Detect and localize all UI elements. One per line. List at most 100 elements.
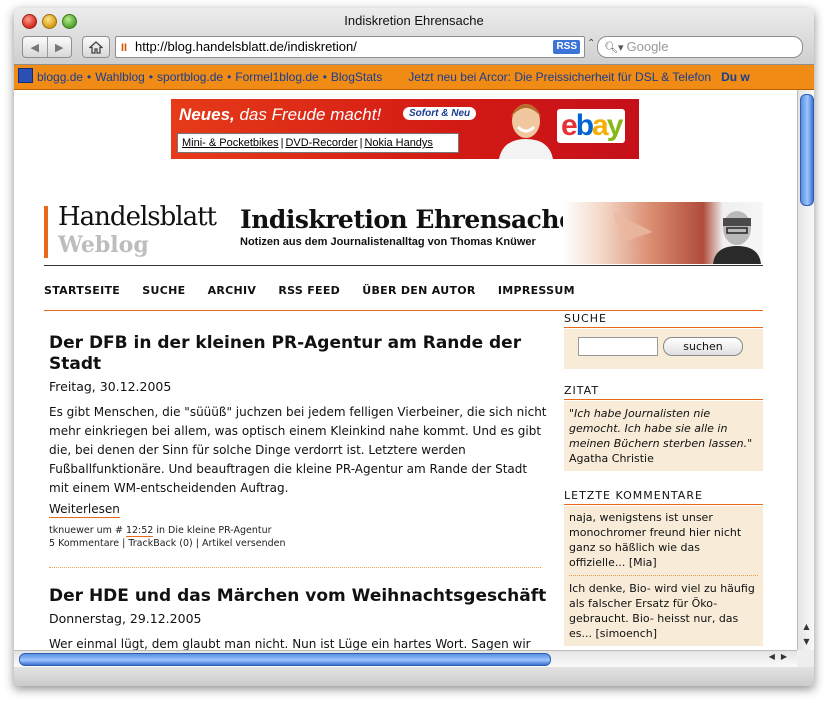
bookmark-wahlblog[interactable]: Wahlblog <box>95 70 145 84</box>
vertical-scrollbar[interactable]: ▲ ▼ <box>797 90 814 650</box>
horizontal-scroll-thumb[interactable] <box>19 653 551 666</box>
sidebar-search-heading: SUCHE <box>564 312 763 328</box>
browser-window: Indiskretion Ehrensache ◀ ▶ II http://blo… <box>14 8 814 686</box>
bookmark-separator: • <box>148 70 154 84</box>
ebay-banner-ad[interactable]: Neues, das Freude macht! Sofort & Neu Mi… <box>171 99 639 159</box>
masthead-accent-bar <box>44 206 48 258</box>
address-dropdown-icon[interactable]: ⌃ <box>587 38 595 49</box>
ad-badge: Sofort & Neu <box>403 107 477 120</box>
status-bar <box>14 667 814 686</box>
history-buttons: ◀ ▶ <box>22 36 72 58</box>
blog-search-input[interactable] <box>578 337 658 356</box>
resize-grip-icon[interactable] <box>797 650 814 667</box>
post-divider <box>49 567 541 568</box>
post: Der DFB in der kleinen PR-Agentur am Ran… <box>49 333 549 550</box>
ad-links-box: Mini- & Pocketbikes | DVD-Recorder | Nokia H… <box>177 133 459 153</box>
blog-masthead: Handelsblatt Weblog Indiskretion Ehrensa… <box>44 202 763 266</box>
bookmarks-bar: blogg.de • Wahlblog • sportblog.de • Formel1bl… <box>14 65 814 90</box>
ticker-truncated-link[interactable]: Du w <box>721 70 750 84</box>
address-bar[interactable]: II http://blog.handelsblatt.de/indiskreti… <box>115 36 585 58</box>
sidebar-quote-heading: ZITAT <box>564 384 763 400</box>
title-bar: Indiskretion Ehrensache ◀ ▶ II http://blo… <box>14 8 814 65</box>
ad-headline: Neues, das Freude macht! <box>179 105 381 125</box>
bookmark-sportblog[interactable]: sportblog.de <box>157 70 223 84</box>
forward-arrow-icon: ▶ <box>55 40 64 54</box>
ebay-logo-letter: y <box>606 109 624 142</box>
post-date: Donnerstag, 29.12.2005 <box>49 611 202 626</box>
back-button[interactable]: ◀ <box>23 37 47 57</box>
blog-subtitle: Notizen aus dem Journalistenalltag von T… <box>240 236 536 248</box>
bookmark-blogstats[interactable]: BlogStats <box>331 70 382 84</box>
nav-rss-feed[interactable]: RSS FEED <box>278 284 340 297</box>
post-body: Wer einmal lügt, dem glaubt man nicht. N… <box>49 637 531 650</box>
ad-headline-bold: Neues, <box>179 105 235 124</box>
sidebar-comments-heading: LETZTE KOMMENTARE <box>564 489 763 505</box>
ebay-logo-letter: a <box>592 109 609 142</box>
ad-link-nokia[interactable]: Nokia Handys <box>364 137 432 149</box>
post-date: Freitag, 30.12.2005 <box>49 379 172 394</box>
ad-link-dvd-recorder[interactable]: DVD-Recorder <box>285 137 357 149</box>
horizontal-scrollbar[interactable]: ◀▶ <box>14 650 797 667</box>
comment-divider <box>569 575 758 576</box>
page-content: Neues, das Freude macht! Sofort & Neu Mi… <box>14 90 797 650</box>
bookmark-separator: • <box>227 70 232 84</box>
home-button[interactable] <box>82 36 110 58</box>
bookmark-separator: • <box>87 70 92 84</box>
back-arrow-icon: ◀ <box>30 40 39 54</box>
address-url: http://blog.handelsblatt.de/indiskretion… <box>135 39 357 54</box>
nav-ueber-den-autor[interactable]: ÜBER DEN AUTOR <box>362 284 475 297</box>
ad-link-pocketbikes[interactable]: Mini- & Pocketbikes <box>182 137 279 149</box>
sidebar: SUCHE suchen ZITAT "Ich habe Journaliste… <box>564 312 763 646</box>
weblog-label: Weblog <box>58 232 149 258</box>
post-permalink[interactable]: 12:52 <box>125 525 154 537</box>
nav-startseite[interactable]: STARTSEITE <box>44 284 120 297</box>
nav-impressum[interactable]: IMPRESSUM <box>498 284 575 297</box>
bookmark-blogg[interactable]: blogg.de <box>37 70 83 84</box>
web-search-field[interactable]: 🔍︎▾ Google <box>597 36 803 58</box>
site-favicon-icon: II <box>121 42 128 54</box>
blog-title: Indiskretion Ehrensache <box>240 205 575 234</box>
blog-search-button[interactable]: suchen <box>663 337 743 356</box>
post-meta-category[interactable]: in Die kleine PR-Agentur <box>153 525 271 536</box>
read-more-link[interactable]: Weiterlesen <box>49 501 120 518</box>
author-header-photo <box>563 202 763 264</box>
post-meta-author: tknuewer um # <box>49 525 126 536</box>
nav-suche[interactable]: SUCHE <box>142 284 185 297</box>
window-title: Indiskretion Ehrensache <box>344 13 484 28</box>
bookmark-separator: • <box>322 70 327 84</box>
arcor-ticker-link[interactable]: Jetzt neu bei Arcor: Die Preissicherheit… <box>408 70 711 84</box>
bookmark-formel1blog[interactable]: Formel1blog.de <box>235 70 318 84</box>
ebay-logo: ebay <box>557 109 626 143</box>
sidebar-search: suchen <box>564 329 763 369</box>
quote-author: Agatha Christie <box>569 452 654 465</box>
quote-text: "Ich habe Journalisten nie gemocht. Ich … <box>569 407 753 450</box>
post-title[interactable]: Der DFB in der kleinen PR-Agentur am Ran… <box>49 333 549 375</box>
vertical-scroll-thumb[interactable] <box>800 94 814 206</box>
horizontal-scroll-arrows-icon[interactable]: ◀▶ <box>769 652 793 661</box>
web-search-placeholder: Google <box>626 39 669 54</box>
comment-item[interactable]: Ich denke, Bio- wird viel zu häufig als … <box>569 581 758 641</box>
scroll-down-arrow-icon[interactable]: ▼ <box>798 635 814 649</box>
ebay-logo-letter: b <box>575 109 594 142</box>
scroll-up-arrow-icon[interactable]: ▲ <box>798 620 814 634</box>
ad-headline-rest: das Freude macht! <box>234 105 382 124</box>
posts-column: Der DFB in der kleinen PR-Agentur am Ran… <box>49 333 549 650</box>
home-icon <box>89 40 103 54</box>
ebay-logo-letter: e <box>561 109 578 142</box>
post-meta: tknuewer um # 12:52 in Die kleine PR-Age… <box>49 524 549 550</box>
blog-navigation: STARTSEITE SUCHE ARCHIV RSS FEED ÜBER DE… <box>44 284 763 311</box>
rss-button[interactable]: RSS <box>553 40 580 54</box>
bookmarks-icon[interactable] <box>18 68 33 83</box>
post-title[interactable]: Der HDE und das Märchen vom Weihnachtsge… <box>49 586 549 607</box>
ad-person-image <box>499 104 553 159</box>
post: Der HDE und das Märchen vom Weihnachtsge… <box>49 586 549 650</box>
sidebar-comments: naja, wenigstens ist unser monochromer f… <box>564 506 763 646</box>
handelsblatt-logo[interactable]: Handelsblatt <box>58 202 217 232</box>
search-icon: 🔍︎▾ <box>604 42 624 54</box>
comment-item[interactable]: naja, wenigstens ist unser monochromer f… <box>569 510 758 570</box>
forward-button[interactable]: ▶ <box>46 37 72 57</box>
post-body: Es gibt Menschen, die "süüüß" juchzen be… <box>49 405 547 495</box>
ad-link-separator: | <box>280 137 284 149</box>
nav-archiv[interactable]: ARCHIV <box>208 284 257 297</box>
post-meta-links[interactable]: 5 Kommentare | TrackBack (0) | Artikel v… <box>49 538 286 549</box>
